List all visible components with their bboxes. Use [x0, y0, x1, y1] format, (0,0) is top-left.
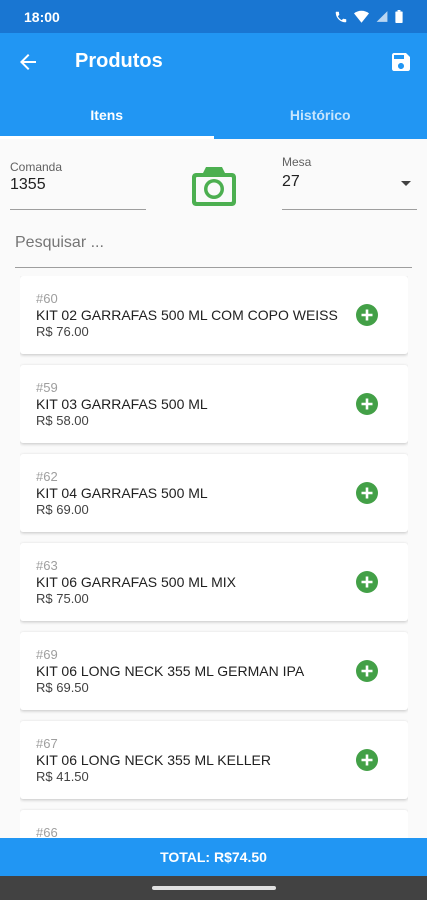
status-time: 18:00 — [24, 8, 60, 25]
status-bar: 18:00 — [0, 0, 427, 33]
arrow-back-icon[interactable] — [16, 50, 40, 74]
wifi-icon — [354, 10, 369, 23]
status-icons — [334, 10, 403, 24]
total-bar[interactable]: TOTAL: R$74.50 — [0, 838, 427, 876]
product-code: #66 — [36, 825, 58, 838]
mesa-value[interactable]: 27 — [282, 173, 417, 191]
product-code: #67 — [36, 736, 58, 751]
product-price: R$ 75.00 — [36, 591, 89, 606]
product-code: #59 — [36, 380, 58, 395]
add-circle-icon[interactable] — [356, 571, 378, 593]
search-field[interactable]: Pesquisar ... — [15, 226, 412, 268]
tab-historico[interactable]: Histórico — [214, 91, 427, 139]
tab-bar: Itens Histórico — [0, 91, 427, 139]
product-list[interactable]: #60 KIT 02 GARRAFAS 500 ML COM COPO WEIS… — [20, 276, 408, 838]
product-card[interactable]: #67 KIT 06 LONG NECK 355 ML KELLER R$ 41… — [20, 721, 408, 799]
product-name: KIT 06 GARRAFAS 500 ML MIX — [36, 574, 236, 590]
product-code: #69 — [36, 647, 58, 662]
product-price: R$ 58.00 — [36, 413, 89, 428]
add-circle-icon[interactable] — [356, 393, 378, 415]
product-code: #60 — [36, 291, 58, 306]
mesa-label: Mesa — [282, 155, 312, 169]
product-name: KIT 04 GARRAFAS 500 ML — [36, 485, 208, 501]
comanda-label: Comanda — [10, 160, 63, 174]
product-price: R$ 76.00 — [36, 324, 89, 339]
comanda-underline — [10, 209, 146, 210]
product-price: R$ 69.00 — [36, 502, 89, 517]
product-card[interactable]: #63 KIT 06 GARRAFAS 500 ML MIX R$ 75.00 — [20, 543, 408, 621]
product-card[interactable]: #66 — [20, 810, 408, 838]
search-placeholder[interactable]: Pesquisar ... — [15, 234, 104, 252]
product-price: R$ 41.50 — [36, 769, 89, 784]
save-icon[interactable] — [389, 50, 413, 74]
product-price: R$ 69.50 — [36, 680, 89, 695]
mesa-dropdown[interactable]: Mesa 27 — [282, 155, 417, 210]
product-code: #63 — [36, 558, 58, 573]
add-circle-icon[interactable] — [356, 482, 378, 504]
dropdown-arrow-icon[interactable] — [401, 181, 411, 186]
add-circle-icon[interactable] — [356, 304, 378, 326]
search-underline — [15, 267, 412, 268]
product-name: KIT 03 GARRAFAS 500 ML — [36, 396, 208, 412]
product-card[interactable]: #59 KIT 03 GARRAFAS 500 ML R$ 58.00 — [20, 365, 408, 443]
page-title: Produtos — [75, 50, 163, 72]
product-card[interactable]: #60 KIT 02 GARRAFAS 500 ML COM COPO WEIS… — [20, 276, 408, 354]
system-nav-bar — [0, 876, 427, 900]
product-card[interactable]: #69 KIT 06 LONG NECK 355 ML GERMAN IPA R… — [20, 632, 408, 710]
add-circle-icon[interactable] — [356, 660, 378, 682]
product-name: KIT 06 LONG NECK 355 ML KELLER — [36, 752, 271, 768]
app-bar: Produtos — [0, 33, 427, 91]
comanda-field[interactable]: Comanda 1355 — [10, 160, 146, 210]
mesa-underline — [282, 209, 417, 210]
battery-icon — [395, 10, 403, 23]
camera-icon[interactable] — [191, 164, 237, 208]
tab-itens[interactable]: Itens — [0, 91, 214, 139]
call-icon — [335, 11, 347, 22]
product-card[interactable]: #62 KIT 04 GARRAFAS 500 ML R$ 69.00 — [20, 454, 408, 532]
signal-icon — [376, 11, 388, 22]
product-name: KIT 06 LONG NECK 355 ML GERMAN IPA — [36, 663, 305, 679]
total-label: TOTAL: R$74.50 — [160, 849, 267, 865]
add-circle-icon[interactable] — [356, 749, 378, 771]
product-code: #62 — [36, 469, 58, 484]
comanda-value[interactable]: 1355 — [10, 176, 146, 194]
product-name: KIT 02 GARRAFAS 500 ML COM COPO WEISS — [36, 307, 338, 323]
home-gesture-pill[interactable] — [152, 886, 276, 890]
